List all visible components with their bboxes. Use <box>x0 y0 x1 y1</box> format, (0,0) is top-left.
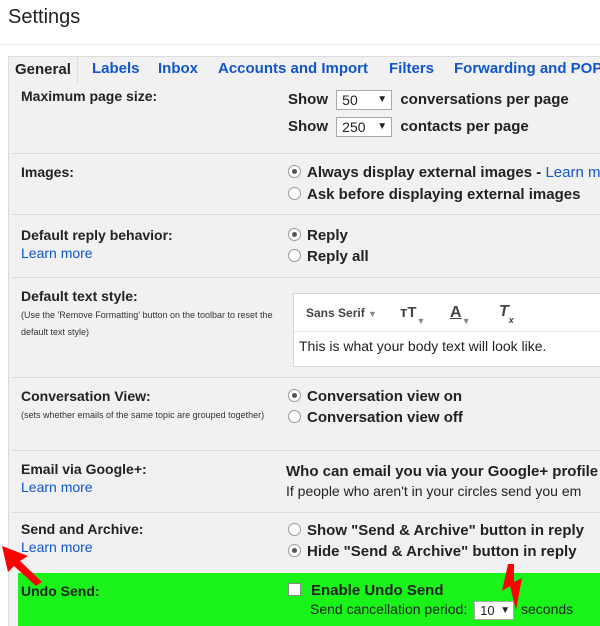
images-learn-more-link[interactable]: Learn m <box>545 164 600 181</box>
chevron-down-icon: ▼ <box>377 121 388 132</box>
row-max-page-size: Maximum page size: Show 50 ▼ conversation… <box>12 84 600 154</box>
chevron-down-icon: ▼ <box>368 309 377 319</box>
radio-selected[interactable] <box>288 165 301 178</box>
reply-all-option-label: Reply all <box>307 248 369 265</box>
annotation-arrow-icon <box>2 546 42 586</box>
text-style-hint: (Use the 'Remove Formatting' button on t… <box>21 310 273 337</box>
send-archive-hide[interactable]: Hide "Send & Archive" button in reply <box>288 543 577 560</box>
conversations-per-page-suffix: conversations per page <box>400 90 569 108</box>
send-archive-label: Send and Archive: <box>21 521 144 537</box>
images-label: Images: <box>21 164 74 180</box>
cancellation-period: Send cancellation period: 10 ▼ seconds <box>310 601 573 620</box>
row-text-style: Default text style: (Use the 'Remove For… <box>12 278 600 378</box>
conversation-view-off-label: Conversation view off <box>307 409 463 426</box>
text-style-preview: This is what your body text will look li… <box>299 338 547 354</box>
font-family-select[interactable]: Sans Serif ▼ <box>306 306 377 320</box>
conversation-view-label: Conversation View: <box>21 388 151 404</box>
text-style-editor: Sans Serif ▼ тT ▼ A ▼ Tx This is what yo… <box>293 293 600 367</box>
conversation-view-on[interactable]: Conversation view on <box>288 388 462 405</box>
conversation-view-off[interactable]: Conversation view off <box>288 409 463 426</box>
tab-filters[interactable]: Filters <box>389 56 434 84</box>
font-family-value: Sans Serif <box>306 306 365 320</box>
text-style-label: Default text style: <box>21 288 138 304</box>
tab-inbox[interactable]: Inbox <box>158 56 198 84</box>
enable-undo-send[interactable]: Enable Undo Send <box>288 582 444 599</box>
show-label: Show <box>288 117 328 135</box>
conversations-per-page-select[interactable]: 50 ▼ <box>336 90 393 110</box>
row-images: Images: Always display external images -… <box>12 154 600 215</box>
tab-labels[interactable]: Labels <box>92 56 140 84</box>
conversation-view-on-label: Conversation view on <box>307 388 463 405</box>
radio-selected[interactable] <box>288 544 301 557</box>
formatting-toolbar: Sans Serif ▼ тT ▼ A ▼ Tx <box>294 294 600 332</box>
google-plus-description: If people who aren't in your circles sen… <box>286 483 582 499</box>
radio-unselected[interactable] <box>288 249 301 262</box>
radio-selected[interactable] <box>288 389 301 402</box>
google-plus-question: Who can email you via your Google+ profi… <box>286 463 599 480</box>
chevron-down-icon: ▼ <box>377 94 388 105</box>
reply-learn-more-link[interactable]: Learn more <box>21 245 93 261</box>
reply-option-reply[interactable]: Reply <box>288 227 348 244</box>
send-archive-show-label: Show "Send & Archive" button in reply <box>307 522 585 539</box>
reply-option-label: Reply <box>307 227 348 244</box>
images-option-ask[interactable]: Ask before displaying external images <box>288 186 580 203</box>
row-conversation-view: Conversation View: (sets whether emails … <box>12 378 600 451</box>
tab-forwarding-pop[interactable]: Forwarding and POP <box>454 56 600 84</box>
conversations-per-page: Show 50 ▼ conversations per page <box>288 90 569 110</box>
send-archive-hide-label: Hide "Send & Archive" button in reply <box>307 543 577 560</box>
radio-unselected[interactable] <box>288 410 301 423</box>
reply-behavior-label: Default reply behavior: <box>21 227 173 243</box>
cancellation-period-suffix: seconds <box>521 601 574 618</box>
settings-tabs: General Labels Inbox Accounts and Import… <box>8 56 600 84</box>
radio-selected[interactable] <box>288 228 301 241</box>
contacts-per-page: Show 250 ▼ contacts per page <box>288 117 529 137</box>
images-option-always[interactable]: Always display external images - Learn m <box>288 164 600 181</box>
enable-undo-send-label: Enable Undo Send <box>311 582 444 599</box>
contacts-per-page-select[interactable]: 250 ▼ <box>336 117 393 137</box>
radio-unselected[interactable] <box>288 523 301 536</box>
page-title: Settings <box>8 6 81 28</box>
row-google-plus: Email via Google+: Learn more Who can em… <box>12 451 600 513</box>
conversations-per-page-value: 50 <box>342 92 358 108</box>
google-plus-learn-more-link[interactable]: Learn more <box>21 479 93 495</box>
remove-formatting-icon[interactable]: Tx <box>499 303 514 325</box>
show-label: Show <box>288 90 328 108</box>
text-color-icon[interactable]: A ▼ <box>450 304 470 326</box>
max-page-size-label: Maximum page size: <box>21 88 158 104</box>
contacts-per-page-suffix: contacts per page <box>400 117 529 135</box>
tab-general[interactable]: General <box>8 56 78 84</box>
images-option-always-label: Always display external images - <box>307 164 546 181</box>
font-size-icon[interactable]: тT ▼ <box>400 304 425 326</box>
reply-option-reply-all[interactable]: Reply all <box>288 248 369 265</box>
send-archive-show[interactable]: Show "Send & Archive" button in reply <box>288 522 584 539</box>
tab-accounts-import[interactable]: Accounts and Import <box>218 56 368 84</box>
row-reply-behavior: Default reply behavior: Learn more Reply… <box>12 215 600 278</box>
conversation-view-hint: (sets whether emails of the same topic a… <box>21 410 265 420</box>
annotation-arrow-icon <box>502 564 522 610</box>
images-option-ask-label: Ask before displaying external images <box>307 186 581 203</box>
title-divider <box>0 44 600 45</box>
radio-unselected[interactable] <box>288 187 301 200</box>
google-plus-label: Email via Google+: <box>21 461 147 477</box>
contacts-per-page-value: 250 <box>342 119 366 135</box>
undo-send-checkbox[interactable] <box>288 583 301 596</box>
cancellation-period-label: Send cancellation period: <box>310 601 468 618</box>
